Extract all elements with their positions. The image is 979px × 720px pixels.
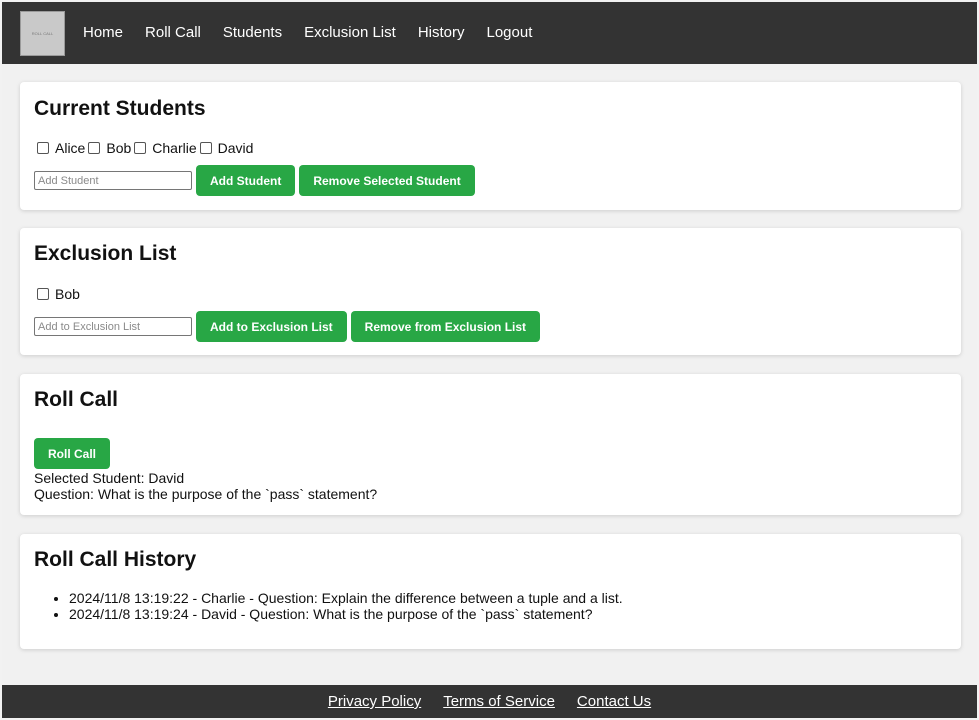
checkbox-icon[interactable] (134, 142, 147, 154)
roll-call-history-title: Roll Call History (34, 548, 197, 571)
checkbox-icon[interactable] (88, 142, 101, 154)
student-checkbox-david[interactable]: David (199, 140, 254, 156)
remove-selected-student-button[interactable]: Remove Selected Student (299, 165, 475, 196)
nav-link-roll-call[interactable]: Roll Call (145, 24, 201, 42)
checkbox-icon[interactable] (37, 288, 49, 300)
exclusion-checkbox-list: Bob (37, 286, 83, 302)
student-checkbox-charlie[interactable]: Charlie (134, 140, 197, 156)
checkbox-icon[interactable] (37, 142, 49, 154)
roll-call-history-card: Roll Call History 2024/11/8 13:19:22 - C… (20, 534, 961, 649)
student-checkbox-alice[interactable]: Alice (37, 140, 85, 156)
history-entry: 2024/11/8 13:19:24 - David - Question: W… (69, 606, 623, 622)
add-student-input[interactable] (34, 171, 192, 190)
add-exclusion-input[interactable] (34, 317, 192, 336)
student-name: David (217, 140, 254, 156)
footer: Privacy Policy Terms of Service Contact … (2, 685, 977, 718)
question-text: Question: What is the purpose of the `pa… (34, 486, 378, 502)
student-name: Charlie (152, 140, 197, 156)
checkbox-icon[interactable] (199, 142, 212, 154)
logo[interactable]: ROLL CALL (20, 11, 65, 56)
nav-links: Home Roll Call Students Exclusion List H… (83, 24, 554, 42)
navbar: ROLL CALL Home Roll Call Students Exclus… (2, 2, 977, 64)
student-checkbox-list: Alice Bob Charlie David (37, 140, 256, 156)
history-entry: 2024/11/8 13:19:22 - Charlie - Question:… (69, 590, 623, 606)
nav-link-students[interactable]: Students (223, 24, 282, 42)
nav-link-home[interactable]: Home (83, 24, 123, 42)
add-exclusion-row: Add to Exclusion List Remove from Exclus… (34, 311, 544, 342)
nav-link-exclusion-list[interactable]: Exclusion List (304, 24, 396, 42)
nav-link-history[interactable]: History (418, 24, 465, 42)
footer-link-privacy-policy[interactable]: Privacy Policy (328, 693, 421, 710)
nav-link-logout[interactable]: Logout (486, 24, 532, 42)
footer-link-contact-us[interactable]: Contact Us (577, 693, 651, 710)
add-to-exclusion-button[interactable]: Add to Exclusion List (196, 311, 347, 342)
exclusion-list-card: Exclusion List Bob Add to Exclusion List… (20, 228, 961, 355)
roll-call-title: Roll Call (34, 388, 119, 411)
remove-from-exclusion-button[interactable]: Remove from Exclusion List (350, 311, 541, 342)
roll-call-card: Roll Call Roll Call Selected Student: Da… (20, 374, 961, 515)
logo-text: ROLL CALL (31, 31, 54, 36)
history-list: 2024/11/8 13:19:22 - Charlie - Question:… (34, 590, 623, 622)
selected-student-text: Selected Student: David (34, 470, 185, 486)
footer-link-terms-of-service[interactable]: Terms of Service (443, 693, 555, 710)
exclusion-list-title: Exclusion List (34, 242, 177, 265)
student-name: Bob (106, 140, 132, 156)
student-checkbox-bob[interactable]: Bob (88, 140, 131, 156)
roll-call-button[interactable]: Roll Call (34, 438, 111, 469)
current-students-card: Current Students Alice Bob Charlie David… (20, 82, 961, 210)
current-students-title: Current Students (34, 97, 206, 120)
app-frame: ROLL CALL Home Roll Call Students Exclus… (2, 2, 977, 718)
add-student-button[interactable]: Add Student (196, 165, 296, 196)
add-student-row: Add Student Remove Selected Student (34, 165, 479, 196)
student-name: Bob (55, 286, 80, 302)
student-name: Alice (55, 140, 86, 156)
exclusion-checkbox-bob[interactable]: Bob (37, 286, 80, 302)
